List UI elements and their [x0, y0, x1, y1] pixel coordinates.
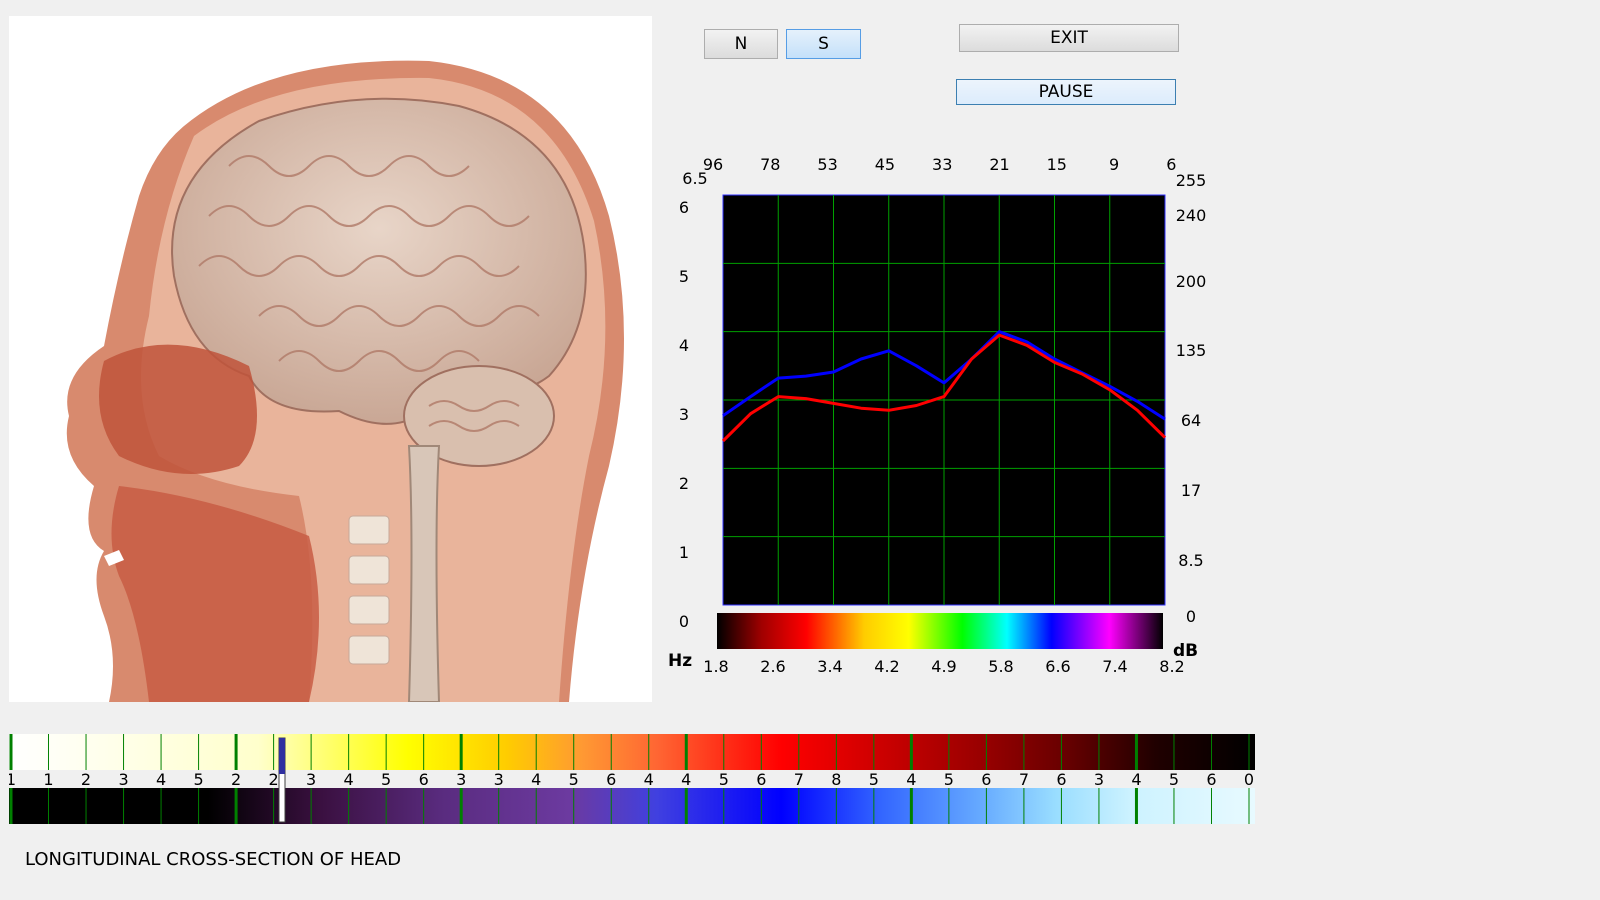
- bottom-axis-label: 4.9: [931, 657, 956, 676]
- scale-label: 8: [831, 770, 841, 789]
- right-axis-label: 17: [1181, 481, 1201, 500]
- top-axis-label: 45: [875, 155, 895, 174]
- left-axis-label: 2: [679, 474, 689, 493]
- scale-label: 2: [231, 770, 241, 789]
- scale-bar-svg: 1 1 2 3 4 5 2 2 3 4 5 6 3 3 4 5 6 4 4 5 6 7 8 5 4 5 6 7 6 3 4 5 6 0: [6, 734, 1255, 824]
- scale-label: 4: [156, 770, 166, 789]
- scale-label: 1: [9, 770, 16, 789]
- scale-label: 3: [1094, 770, 1104, 789]
- scale-slider-thumb-top: [279, 738, 285, 774]
- scale-label: 4: [1131, 770, 1141, 789]
- left-axis-label: 4: [679, 336, 689, 355]
- right-axis-label: 240: [1176, 206, 1207, 225]
- n-button[interactable]: N: [704, 29, 778, 59]
- bottom-axis-label: 4.2: [874, 657, 899, 676]
- left-axis-label: 6: [679, 198, 689, 217]
- unit-label-hz: Hz: [668, 651, 692, 671]
- head-cross-section-image: [9, 16, 652, 702]
- scale-label: 6: [606, 770, 616, 789]
- spectrum-chart: 96 78 53 45 33 21 15 9 6 6.5 6 5 4 3 2 1 0 255 240 200 135 64…: [660, 148, 1220, 688]
- scale-label: 5: [569, 770, 579, 789]
- scale-label: 1: [43, 770, 53, 789]
- scale-label: 0: [1244, 770, 1254, 789]
- top-axis-label: 9: [1109, 155, 1119, 174]
- right-axis-label: 135: [1176, 341, 1207, 360]
- left-axis-label: 5: [679, 267, 689, 286]
- s-button[interactable]: S: [786, 29, 861, 59]
- top-axis-label: 78: [760, 155, 780, 174]
- warm-gradient-strip: [9, 734, 1255, 770]
- scale-label: 4: [531, 770, 541, 789]
- scale-label: 5: [193, 770, 203, 789]
- top-axis-label: 21: [989, 155, 1009, 174]
- scale-label: 6: [756, 770, 766, 789]
- exit-button[interactable]: EXIT: [959, 24, 1179, 52]
- scale-label: 5: [944, 770, 954, 789]
- scale-label: 3: [306, 770, 316, 789]
- scale-label: 7: [794, 770, 804, 789]
- right-axis-label: 200: [1176, 272, 1207, 291]
- image-caption: LONGITUDINAL CROSS-SECTION OF HEAD: [25, 849, 402, 870]
- left-axis-label: 1: [679, 543, 689, 562]
- scale-label: 4: [344, 770, 354, 789]
- scale-label: 5: [1169, 770, 1179, 789]
- scale-label: 3: [118, 770, 128, 789]
- top-axis-label: 15: [1047, 155, 1067, 174]
- bottom-axis-label: 5.8: [988, 657, 1013, 676]
- scale-label: 4: [681, 770, 691, 789]
- scale-label: 5: [869, 770, 879, 789]
- color-legend-bar: [717, 613, 1163, 649]
- cool-gradient-strip: [9, 788, 1255, 824]
- top-axis-label: 33: [932, 155, 952, 174]
- scale-label: 3: [494, 770, 504, 789]
- scale-label: 2: [269, 770, 279, 789]
- head-anatomy-illustration: [66, 60, 625, 702]
- scale-label: 3: [456, 770, 466, 789]
- left-axis-label: 0: [679, 612, 689, 631]
- bottom-axis-label: 3.4: [817, 657, 842, 676]
- left-axis-label: 6.5: [682, 169, 707, 188]
- scale-label: 4: [644, 770, 654, 789]
- scale-label: 6: [419, 770, 429, 789]
- scale-label: 7: [1019, 770, 1029, 789]
- bottom-axis-label: 1.8: [703, 657, 728, 676]
- scale-label: 6: [1056, 770, 1066, 789]
- scale-label: 4: [906, 770, 916, 789]
- right-axis-label: 8.5: [1178, 551, 1203, 570]
- bottom-axis-label: 6.6: [1045, 657, 1070, 676]
- scale-label: 6: [981, 770, 991, 789]
- bottom-axis-label: 8.2: [1159, 657, 1184, 676]
- scale-label: 5: [381, 770, 391, 789]
- spectrum-chart-svg: 96 78 53 45 33 21 15 9 66.5654321025524020013564…: [668, 155, 1207, 676]
- right-axis-label: 64: [1181, 411, 1201, 430]
- left-axis-label: 3: [679, 405, 689, 424]
- right-axis-label: 0: [1186, 607, 1196, 626]
- bottom-axis-label: 7.4: [1102, 657, 1127, 676]
- scale-label: 2: [81, 770, 91, 789]
- pause-button[interactable]: PAUSE: [956, 79, 1176, 105]
- frequency-scale-bar: 1 1 2 3 4 5 2 2 3 4 5 6 3 3 4 5 6 4 4 5 6 7 8 5 4 5 6 7 6 3 4 5 6 0: [6, 734, 1255, 826]
- right-axis-label: 255: [1176, 171, 1207, 190]
- top-axis-label: 53: [817, 155, 837, 174]
- bottom-axis-label: 2.6: [760, 657, 785, 676]
- scale-label: 6: [1206, 770, 1216, 789]
- scale-label: 5: [719, 770, 729, 789]
